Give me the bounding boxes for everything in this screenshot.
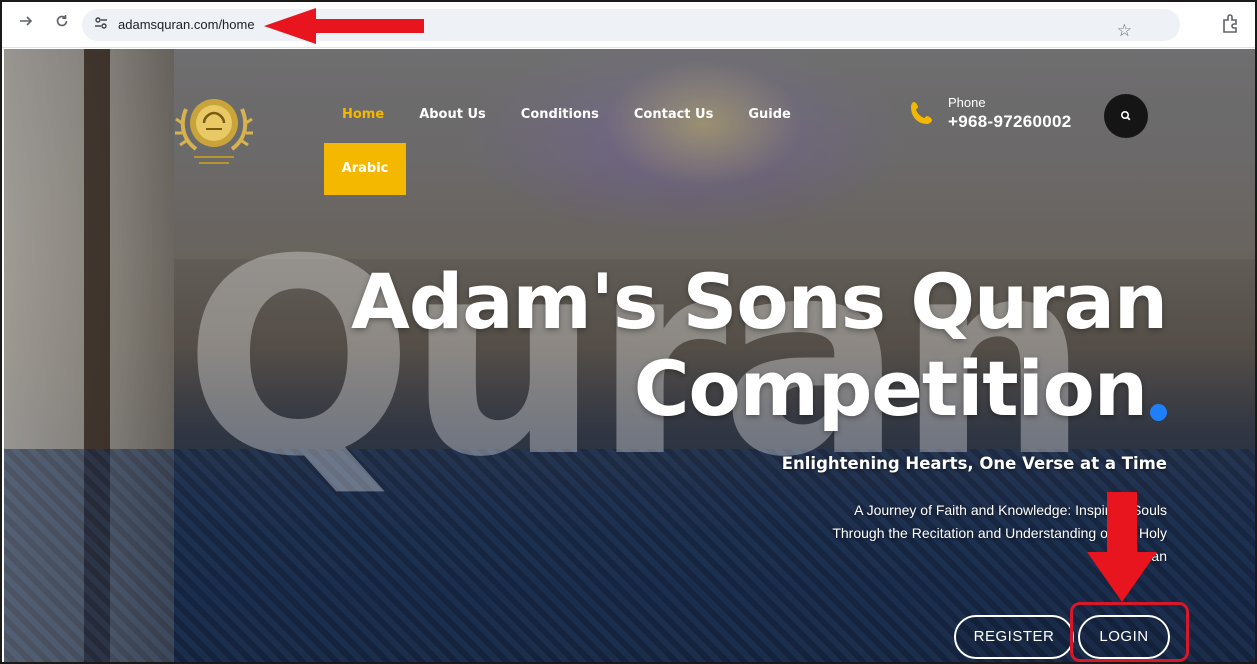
phone-label: Phone: [948, 95, 986, 110]
annotation-arrow-down: [1087, 492, 1157, 602]
site-info-button[interactable]: [92, 16, 110, 34]
phone-number[interactable]: +968-97260002: [948, 112, 1072, 132]
annotation-highlight-box: [1070, 602, 1189, 662]
screenshot-frame: adamsquran.com/home ☆ Quran Home About U…: [0, 0, 1257, 664]
url-text[interactable]: adamsquran.com/home: [118, 17, 255, 32]
reload-icon: [56, 15, 68, 27]
search-button[interactable]: [1104, 94, 1148, 138]
annotation-arrow-left: [264, 8, 424, 44]
hero-section: Quran Home About Us Conditions Contact U…: [4, 49, 1255, 662]
puzzle-icon: [1223, 14, 1237, 33]
title-accent-dot: [1150, 404, 1167, 421]
main-nav: Home About Us Conditions Contact Us Guid…: [342, 107, 826, 122]
forward-button[interactable]: [14, 12, 38, 36]
browser-toolbar: adamsquran.com/home ☆: [2, 2, 1255, 48]
address-bar[interactable]: adamsquran.com/home ☆: [82, 9, 1180, 41]
hero-title-line1: Adam's Sons Quran: [351, 257, 1168, 346]
extensions-button[interactable]: [1221, 12, 1241, 34]
nav-home[interactable]: Home: [342, 107, 384, 122]
hero-title-line2: Competition: [633, 344, 1148, 433]
phone-icon: [911, 102, 932, 124]
nav-conditions[interactable]: Conditions: [521, 107, 599, 122]
search-icon: [1120, 110, 1131, 121]
nav-contact-us[interactable]: Contact Us: [634, 107, 713, 122]
reload-button[interactable]: [50, 12, 74, 36]
tune-icon: [95, 17, 107, 29]
nav-guide[interactable]: Guide: [748, 107, 791, 122]
hero-tagline: Enlightening Hearts, One Verse at a Time: [781, 454, 1167, 473]
nav-about-us[interactable]: About Us: [419, 107, 486, 122]
arabic-language-button[interactable]: Arabic: [324, 143, 406, 195]
site-logo[interactable]: [164, 79, 264, 179]
arrow-right-icon: [20, 16, 33, 26]
register-button[interactable]: REGISTER: [954, 615, 1074, 659]
bookmark-star-icon[interactable]: ☆: [1117, 21, 1132, 41]
